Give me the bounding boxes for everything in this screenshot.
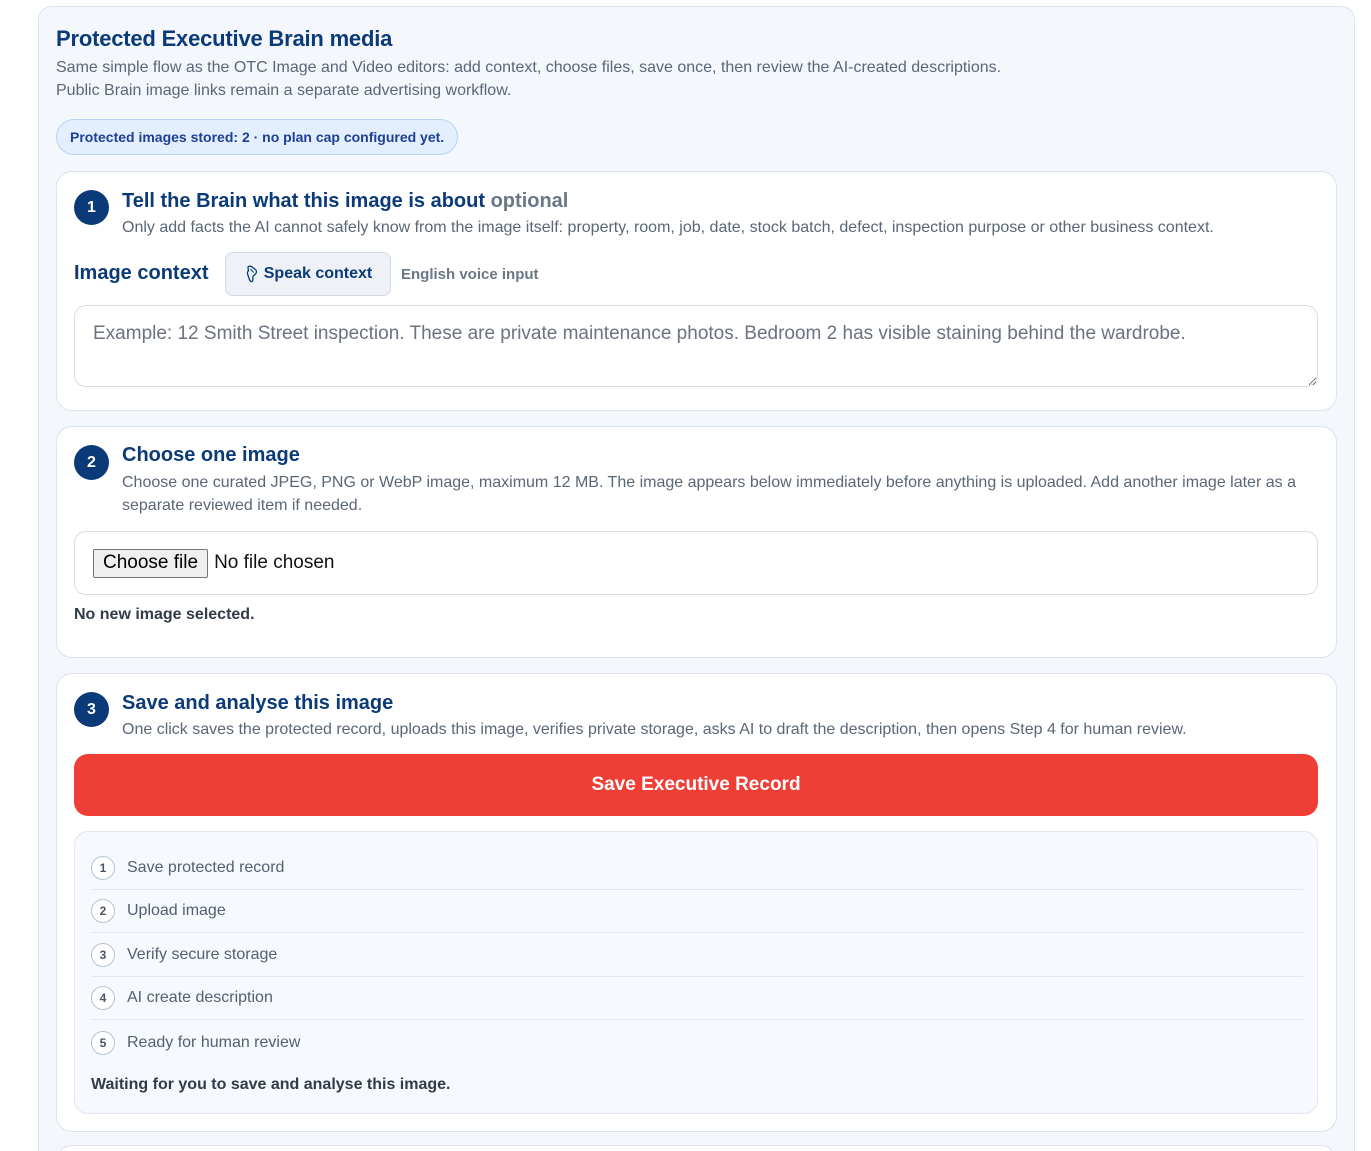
storage-status-badge: Protected images stored: 2 · no plan cap… [56, 119, 459, 155]
choose-file-button[interactable]: Choose file [93, 548, 209, 578]
progress-step-number: 5 [91, 1030, 115, 1055]
step3-description: One click saves the protected record, up… [122, 721, 1187, 738]
page-title: Protected Executive Brain media [56, 26, 393, 51]
progress-step-label: Save protected record [127, 859, 285, 876]
progress-item: 1 Save protected record [91, 847, 1303, 890]
file-status-text: No file chosen [214, 552, 335, 573]
step3-title: Save and analyse this image [122, 692, 394, 714]
step3-number: 3 [74, 692, 109, 727]
progress-item: 3 Verify secure storage [91, 934, 1303, 977]
speak-context-button[interactable]: Speak context [225, 252, 391, 296]
step1-title-text: Tell the Brain what this image is about [122, 190, 486, 212]
analysis-progress-list: 1 Save protected record 2 Upload image 3… [74, 831, 1318, 1114]
speak-context-label: Speak context [263, 265, 373, 282]
progress-item: 5 Ready for human review [91, 1021, 1303, 1064]
save-executive-record-button[interactable]: Save Executive Record [74, 754, 1318, 816]
progress-item: 2 Upload image [91, 890, 1303, 933]
progress-step-label: Ready for human review [127, 1033, 301, 1051]
analysis-status-text: Waiting for you to save and analyse this… [91, 1076, 451, 1093]
step2-title: Choose one image [122, 444, 300, 466]
image-context-label: Image context [74, 262, 209, 284]
progress-step-number: 4 [91, 986, 115, 1010]
progress-step-label: AI create description [127, 989, 273, 1006]
step4-card [56, 1145, 1337, 1151]
page-intro: Same simple flow as the OTC Image and Vi… [56, 59, 1002, 99]
voice-input-language: English voice input [401, 266, 539, 283]
progress-step-number: 3 [91, 943, 115, 967]
progress-step-number: 1 [91, 856, 115, 880]
image-context-textarea[interactable] [74, 305, 1318, 387]
progress-step-label: Upload image [127, 902, 226, 919]
step2-number: 2 [74, 445, 109, 480]
optional-label: optional [490, 190, 569, 212]
image-selection-status: No new image selected. [74, 606, 255, 623]
progress-step-label: Verify secure storage [127, 946, 278, 963]
file-input[interactable]: Choose file No file chosen [74, 531, 1318, 595]
step2-description: Choose one curated JPEG, PNG or WebP ima… [122, 474, 1296, 514]
progress-item: 4 AI create description [91, 977, 1303, 1020]
step1-number: 1 [74, 190, 109, 225]
step1-description: Only add facts the AI cannot safely know… [122, 219, 1214, 236]
microphone-icon [246, 265, 257, 283]
progress-step-number: 2 [91, 899, 115, 923]
step1-title: Tell the Brain what this image is about … [122, 190, 568, 213]
